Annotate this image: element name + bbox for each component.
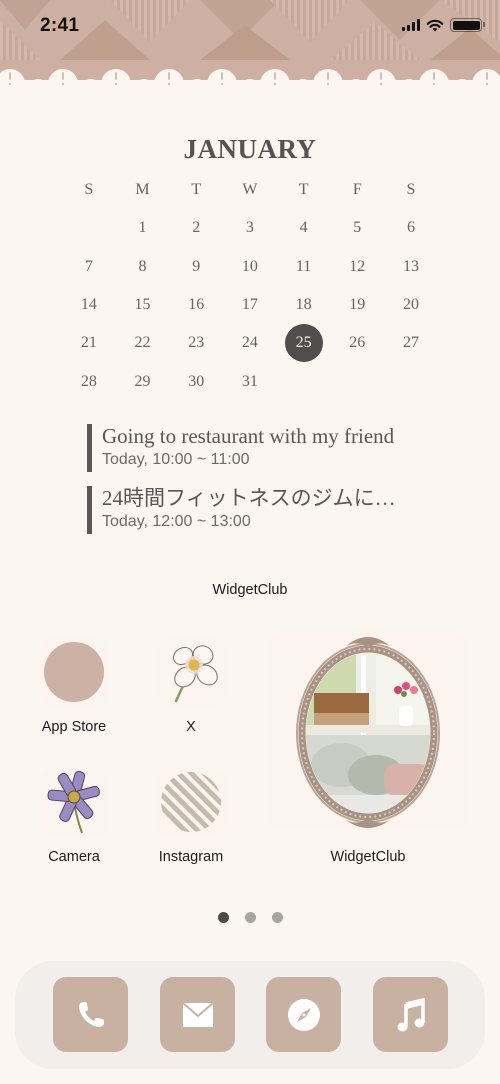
app-label: X: [186, 719, 196, 735]
dock-phone[interactable]: [53, 977, 128, 1052]
white-flower-icon: [156, 637, 226, 707]
weekday-header: T: [298, 181, 309, 199]
page-indicator[interactable]: [0, 912, 500, 923]
calendar-day[interactable]: 31: [223, 362, 277, 400]
app-app-store[interactable]: App Store: [24, 637, 124, 735]
battery-icon: [450, 18, 485, 32]
calendar-grid: S M T W T F S 1 2 3 4 5 6 7 8 9 10 11 12 13 14 15 16 17 18 19 20 21…: [62, 171, 438, 401]
calendar-day[interactable]: 5: [330, 209, 384, 247]
calendar-empty-cell: [384, 362, 438, 400]
calendar-day[interactable]: 27: [384, 324, 438, 362]
calendar-day[interactable]: 13: [384, 248, 438, 286]
compass-icon: [287, 998, 320, 1031]
app-instagram[interactable]: Instagram: [141, 767, 241, 865]
weekday-header: W: [242, 181, 258, 199]
calendar-day[interactable]: 7: [62, 248, 116, 286]
calendar-day[interactable]: 9: [169, 248, 223, 286]
dock-music[interactable]: [373, 977, 448, 1052]
calendar-empty-cell: [277, 362, 331, 400]
app-label: Camera: [48, 849, 100, 865]
photo-widget[interactable]: [266, 630, 470, 830]
calendar-day[interactable]: 24: [223, 324, 277, 362]
status-icons: [402, 17, 485, 33]
weekday-header: F: [352, 181, 362, 199]
page-dot-active[interactable]: [217, 912, 229, 923]
app-label: App Store: [41, 719, 107, 735]
events-widget[interactable]: Going to restaurant with my friend Today…: [87, 422, 427, 546]
event-title: 24時間フィットネスのジムに…: [102, 486, 396, 510]
calendar-day[interactable]: 11: [277, 248, 331, 286]
photo-widget-label: WidgetClub: [330, 849, 406, 865]
calendar-day[interactable]: 12: [330, 248, 384, 286]
calendar-day-today[interactable]: 25: [277, 324, 331, 363]
calendar-day[interactable]: 1: [116, 209, 170, 247]
calendar-day[interactable]: 16: [169, 286, 223, 324]
status-time: 2:41: [40, 15, 80, 36]
status-bar: 2:41: [0, 0, 500, 54]
event-time: Today, 10:00 ~ 11:00: [102, 451, 250, 468]
mail-icon: [181, 1001, 214, 1027]
ornate-frame-photo: [296, 637, 440, 828]
cellular-signal-icon: [402, 19, 420, 31]
calendar-day[interactable]: 20: [384, 286, 438, 324]
event-color-bar: [87, 424, 92, 472]
widget-label: WidgetClub: [212, 582, 288, 598]
calendar-day[interactable]: 18: [277, 286, 331, 324]
event-time: Today, 12:00 ~ 13:00: [102, 513, 251, 530]
calendar-widget[interactable]: JANUARY S M T W T F S 1 2 3 4 5 6 7 8 9 10 11 12 13 14 15 16 17…: [62, 130, 438, 401]
wifi-icon: [426, 19, 444, 32]
app-x[interactable]: X: [141, 637, 241, 735]
beige-circle-icon: [39, 637, 109, 707]
calendar-day[interactable]: 8: [116, 248, 170, 286]
app-label: Instagram: [158, 849, 224, 865]
striped-circle-icon: [156, 767, 226, 837]
calendar-day[interactable]: 15: [116, 286, 170, 324]
app-camera[interactable]: Camera: [24, 767, 124, 865]
weekday-header: S: [84, 181, 94, 199]
purple-flower-icon: [39, 767, 109, 837]
calendar-day[interactable]: 4: [277, 209, 331, 247]
calendar-empty-cell: [62, 209, 116, 247]
calendar-month-title: JANUARY: [183, 134, 317, 164]
dock-safari[interactable]: [266, 977, 341, 1052]
calendar-day[interactable]: 19: [330, 286, 384, 324]
calendar-day[interactable]: 6: [384, 209, 438, 247]
calendar-day[interactable]: 14: [62, 286, 116, 324]
calendar-day[interactable]: 22: [116, 324, 170, 362]
calendar-day[interactable]: 3: [223, 209, 277, 247]
event-item[interactable]: Going to restaurant with my friend Today…: [87, 422, 427, 474]
calendar-day[interactable]: 21: [62, 324, 116, 362]
calendar-empty-cell: [330, 362, 384, 400]
weekday-header: S: [406, 181, 416, 199]
weekday-header: M: [135, 181, 150, 199]
today-highlight: 25: [284, 324, 323, 363]
music-note-icon: [397, 997, 425, 1031]
phone-icon: [78, 1001, 104, 1027]
page-dot[interactable]: [244, 912, 256, 923]
calendar-day[interactable]: 28: [62, 362, 116, 400]
calendar-day[interactable]: 2: [169, 209, 223, 247]
event-title: Going to restaurant with my friend: [102, 424, 395, 448]
page-dot[interactable]: [271, 912, 283, 923]
event-color-bar: [87, 486, 92, 534]
calendar-day[interactable]: 29: [116, 362, 170, 400]
weekday-header: T: [191, 181, 202, 199]
calendar-day[interactable]: 10: [223, 248, 277, 286]
calendar-day[interactable]: 17: [223, 286, 277, 324]
calendar-day[interactable]: 23: [169, 324, 223, 362]
calendar-day[interactable]: 26: [330, 324, 384, 362]
event-item[interactable]: 24時間フィットネスのジムに… Today, 12:00 ~ 13:00: [87, 484, 427, 536]
dock-mail[interactable]: [160, 977, 235, 1052]
dock: [15, 961, 485, 1069]
calendar-day[interactable]: 30: [169, 362, 223, 400]
